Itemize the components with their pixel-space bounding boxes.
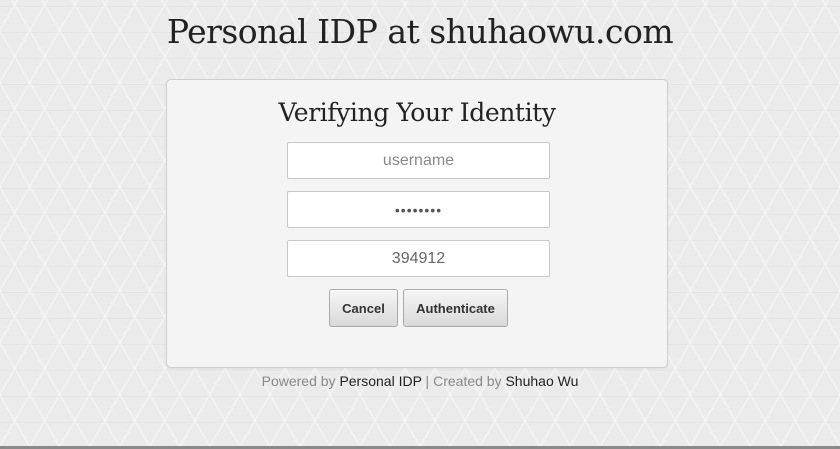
footer: Powered by Personal IDP | Created by Shu… [0,373,840,389]
shuhao-wu-link[interactable]: Shuhao Wu [505,373,578,389]
username-input[interactable] [287,142,550,179]
authenticate-button[interactable]: Authenticate [403,289,508,327]
personal-idp-link[interactable]: Personal IDP [339,373,421,389]
footer-separator: | [421,373,434,389]
footer-created-prefix: Created by [433,373,506,389]
password-input[interactable] [287,191,550,228]
footer-powered-prefix: Powered by [261,373,340,389]
otp-input[interactable] [287,240,550,277]
login-card: Verifying Your Identity Cancel Authentic… [166,79,668,368]
cancel-button[interactable]: Cancel [329,289,398,327]
page-title: Personal IDP at shuhaowu.com [166,12,674,51]
card-title: Verifying Your Identity [278,98,556,127]
